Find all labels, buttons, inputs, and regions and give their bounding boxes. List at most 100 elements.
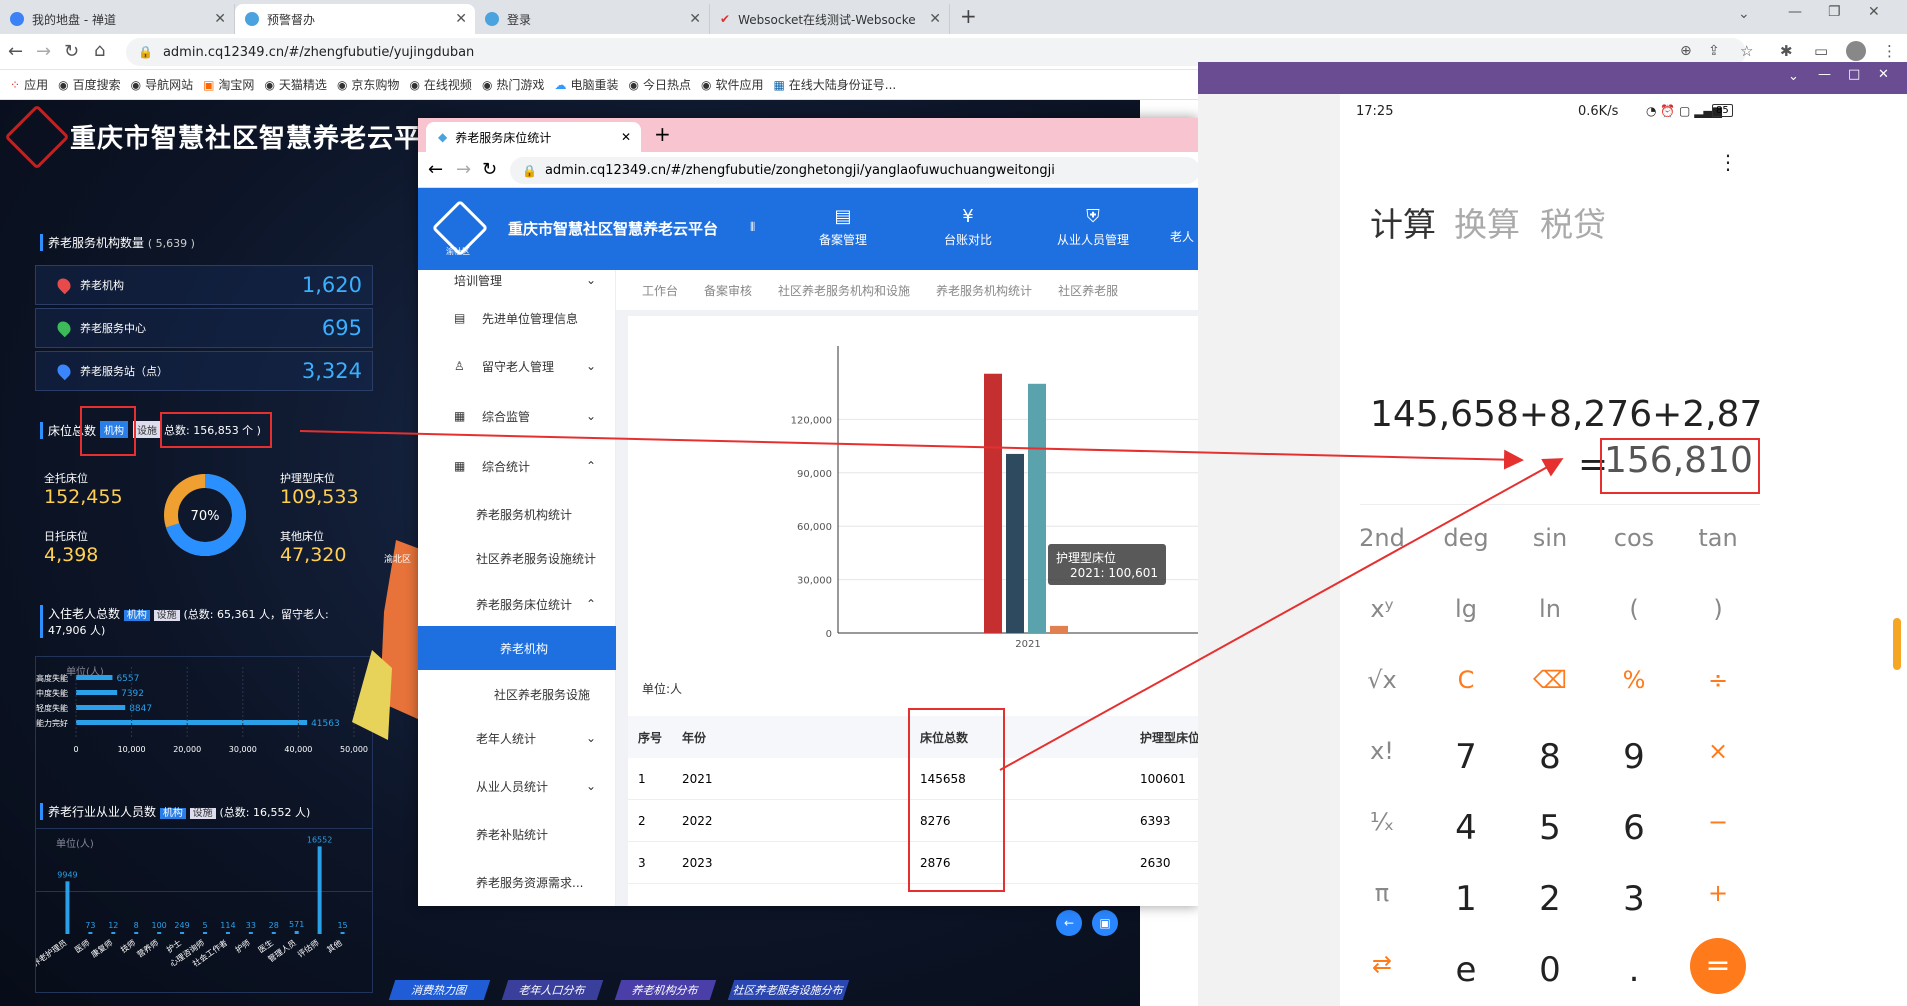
bookmark-item[interactable]: ◉ 软件应用	[701, 76, 764, 93]
new-tab-button[interactable]: +	[654, 122, 671, 146]
more-icon[interactable]: ⋮	[1718, 150, 1738, 174]
bookmark-apps[interactable]: ⁘ 应用	[10, 76, 48, 93]
bookmark-item[interactable]: ▣ 淘宝网	[203, 76, 254, 93]
crumb-item[interactable]: 社区养老服务机构和设施	[778, 282, 910, 299]
browser-tab-2[interactable]: 预警督办 ✕	[235, 4, 475, 34]
nav-staff[interactable]: ⛨ 从业人员管理	[1043, 206, 1143, 248]
calc-key[interactable]: 7	[1424, 737, 1508, 777]
back-icon[interactable]: ←	[428, 159, 443, 180]
extensions-icon[interactable]: ✱	[1780, 42, 1793, 60]
close-icon[interactable]: ✕	[455, 11, 467, 27]
tab-facility-distribution[interactable]: 社区养老服务设施分布	[727, 980, 850, 1000]
calc-key[interactable]: .	[1592, 950, 1676, 990]
calc-key[interactable]: )	[1676, 595, 1760, 623]
nav-ledger[interactable]: ¥ 台账对比	[923, 206, 1013, 248]
calc-key[interactable]: %	[1592, 666, 1676, 694]
close-icon[interactable]: ✕	[689, 11, 701, 27]
back-circle-icon[interactable]: ←	[1056, 910, 1082, 936]
crumb-item[interactable]: 工作台	[642, 282, 678, 299]
restore-icon[interactable]: ❐	[1828, 4, 1841, 20]
calc-key[interactable]: 2nd	[1340, 524, 1424, 552]
menu-icon[interactable]: ⋮	[1882, 42, 1897, 60]
calc-key[interactable]: 4	[1424, 808, 1508, 848]
calc-key[interactable]: ×	[1676, 737, 1760, 765]
sidebar-item-institution[interactable]: 养老机构	[418, 626, 616, 670]
crumb-item[interactable]: 备案审核	[704, 282, 752, 299]
close-icon[interactable]: ✕	[621, 130, 631, 144]
image-circle-icon[interactable]: ▣	[1092, 910, 1118, 936]
nav-filing[interactable]: ▤ 备案管理	[798, 206, 888, 248]
calc-key[interactable]: +	[1676, 879, 1760, 907]
calc-key[interactable]: −	[1676, 808, 1760, 836]
calc-key[interactable]: ⇄	[1340, 950, 1424, 978]
sidebar-item-org-stat[interactable]: 养老服务机构统计	[418, 492, 616, 536]
sidebar-item-facility-stat[interactable]: 社区养老服务设施统计	[418, 536, 616, 580]
home-icon[interactable]: ⌂	[94, 40, 105, 61]
calc-key[interactable]: 9	[1592, 737, 1676, 777]
restore-icon[interactable]: □	[1848, 67, 1860, 82]
calc-key[interactable]: ⌫	[1508, 666, 1592, 694]
close-window-icon[interactable]: ✕	[1868, 4, 1880, 20]
sidebar-item-subsidy-stat[interactable]: 养老补贴统计	[418, 812, 616, 856]
stat-row-center[interactable]: 养老服务中心 695	[35, 308, 373, 348]
new-tab-button[interactable]: +	[960, 4, 977, 28]
tab-heatmap[interactable]: 消费热力图	[388, 980, 491, 1000]
calc-key[interactable]: √x	[1340, 666, 1424, 694]
calc-key[interactable]: cos	[1592, 524, 1676, 552]
bookmark-item[interactable]: ◉ 在线视频	[409, 76, 472, 93]
tab-convert[interactable]: 换算	[1454, 198, 1520, 246]
window2-tab[interactable]: ◆ 养老服务床位统计 ✕	[426, 122, 641, 152]
back-icon[interactable]: ←	[8, 41, 23, 62]
tag-facility[interactable]: 设施	[133, 421, 161, 438]
star-icon[interactable]: ☆	[1740, 42, 1753, 60]
tab-institution-distribution[interactable]: 养老机构分布	[614, 980, 717, 1000]
calc-key[interactable]: 8	[1508, 737, 1592, 777]
browser-tab-4[interactable]: ✔ Websocket在线测试-Websocke ✕	[710, 4, 950, 34]
forward-icon[interactable]: →	[36, 41, 51, 62]
calc-key[interactable]: lg	[1424, 595, 1508, 623]
stat-row-institution[interactable]: 养老机构 1,620	[35, 265, 373, 305]
calc-key[interactable]: tan	[1676, 524, 1760, 552]
reload-icon[interactable]: ↻	[64, 41, 79, 62]
bookmark-item[interactable]: ◉ 京东购物	[337, 76, 400, 93]
calc-key[interactable]: 6	[1592, 808, 1676, 848]
browser-tab-1[interactable]: 我的地盘 - 禅道 ✕	[0, 4, 235, 34]
sidebar-item-resource-demand[interactable]: 养老服务资源需求...	[418, 860, 616, 904]
bookmark-item[interactable]: ◉ 热门游戏	[482, 76, 545, 93]
avatar[interactable]	[1846, 41, 1866, 61]
calc-key[interactable]: 0	[1508, 950, 1592, 990]
sidebar-item-community-facility[interactable]: 社区养老服务设施	[418, 672, 616, 716]
sidebar-item-advanced-unit[interactable]: ▤ 先进单位管理信息	[418, 296, 616, 340]
calc-key[interactable]: 5	[1508, 808, 1592, 848]
crumb-item[interactable]: 养老服务机构统计	[936, 282, 1032, 299]
sidebar-item-statistics[interactable]: ▦ 综合统计 ⌃	[418, 444, 616, 488]
reload-icon[interactable]: ↻	[482, 159, 497, 180]
tab-tax[interactable]: 税贷	[1540, 198, 1606, 246]
tag-institution[interactable]: 机构	[123, 610, 150, 621]
bookmark-item[interactable]: ▦ 在线大陆身份证号...	[773, 76, 896, 93]
minimize-icon[interactable]: —	[1818, 67, 1831, 82]
calc-key[interactable]: (	[1592, 595, 1676, 623]
chevron-down-icon[interactable]: ⌄	[1788, 69, 1799, 84]
bookmark-item[interactable]: ◉ 百度搜索	[58, 76, 121, 93]
tab-elder-population[interactable]: 老年人口分布	[501, 980, 604, 1000]
calc-key[interactable]: C	[1424, 666, 1508, 694]
forward-icon[interactable]: →	[456, 159, 471, 180]
tab-search-icon[interactable]: ⌄	[1738, 6, 1750, 22]
calc-key[interactable]: xʸ	[1340, 595, 1424, 623]
share-icon[interactable]: ⇪	[1708, 43, 1720, 59]
sidebar-item-staff-stat[interactable]: 从业人员统计 ⌄	[418, 764, 616, 808]
scroll-handle[interactable]	[1893, 618, 1901, 670]
calc-key[interactable]: sin	[1508, 524, 1592, 552]
calc-key[interactable]: deg	[1424, 524, 1508, 552]
sidebar-item-left-behind[interactable]: ♙ 留守老人管理 ⌄	[418, 344, 616, 388]
calc-key[interactable]: =	[1690, 938, 1746, 994]
calc-key[interactable]: π	[1340, 879, 1424, 907]
bookmark-item[interactable]: ◉ 今日热点	[628, 76, 691, 93]
url-field[interactable]: 🔒 admin.cq12349.cn/#/zhengfubutie/zonghe…	[510, 157, 1200, 184]
collapse-icon[interactable]: ⦀	[750, 220, 755, 235]
tag-institution[interactable]: 机构	[159, 808, 186, 819]
close-icon[interactable]: ✕	[1878, 67, 1889, 82]
calc-key[interactable]: ÷	[1676, 666, 1760, 694]
calc-key[interactable]: x!	[1340, 737, 1424, 765]
